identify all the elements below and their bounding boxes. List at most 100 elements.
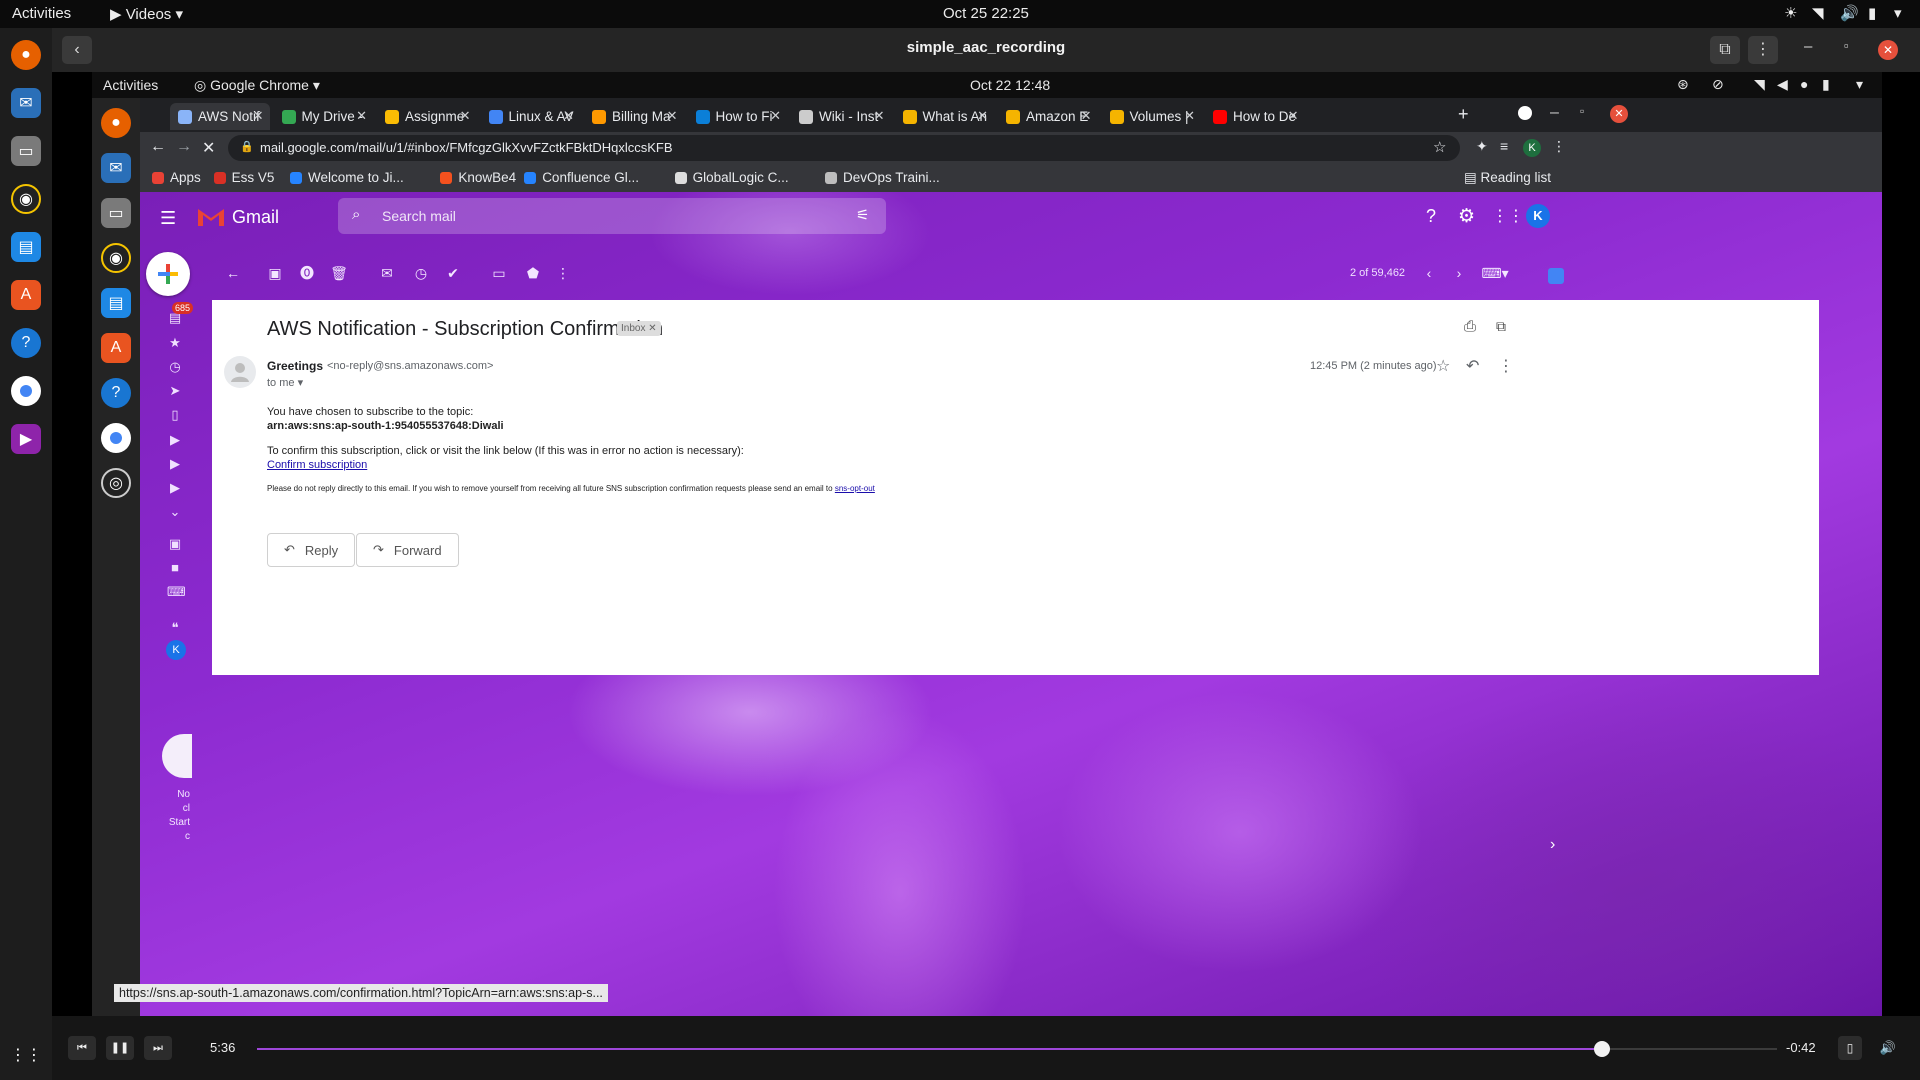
inner-tray-icon-a[interactable]: ⊛ — [1677, 76, 1689, 93]
inner-chrome-icon[interactable] — [101, 423, 131, 453]
tab-close-icon[interactable]: ✕ — [253, 108, 264, 124]
snoozed-clock-icon[interactable]: ◷ — [167, 359, 183, 375]
more-chevron-icon[interactable]: ⌄ — [167, 504, 183, 520]
browser-tab[interactable]: AWS Notif ✕ — [170, 103, 270, 130]
tab-close-icon[interactable]: ✕ — [667, 108, 678, 124]
reply-icon[interactable]: ↶ — [1466, 356, 1479, 376]
tab-close-icon[interactable]: ✕ — [1288, 108, 1299, 124]
sent-icon[interactable]: ➤ — [167, 383, 183, 399]
software-center-icon[interactable]: A — [11, 280, 41, 310]
system-menu-chevron-icon[interactable]: ▾ — [1894, 4, 1902, 22]
reading-list[interactable]: ▤ Reading list — [1464, 170, 1551, 186]
search-box[interactable]: ⌕ Search mail ⚟ — [338, 198, 886, 234]
label-icon-3[interactable]: ▶ — [167, 480, 183, 496]
show-side-panel-icon[interactable]: › — [1550, 836, 1555, 854]
delete-icon[interactable]: 🗑 — [330, 264, 348, 282]
omnibox[interactable]: 🔒 mail.google.com/mail/u/1/#inbox/FMfcgz… — [228, 135, 1460, 161]
inner-mic-icon[interactable]: ● — [1800, 76, 1808, 92]
bookmark-item[interactable]: GlobalLogic C... — [674, 170, 789, 185]
older-chevron-icon[interactable]: › — [1450, 264, 1468, 282]
volume-icon[interactable]: 🔊 — [1840, 4, 1859, 22]
add-task-icon[interactable]: ✔ — [444, 264, 462, 282]
bookmark-item[interactable]: Welcome to Ji... — [290, 170, 404, 185]
firefox-icon[interactable]: ● — [11, 40, 41, 70]
browser-tab[interactable]: How to Fi ✕ — [688, 103, 788, 130]
labels-icon[interactable]: ⬟ — [524, 264, 542, 282]
chrome-close-icon[interactable]: ✕ — [1610, 105, 1628, 123]
inner-files-icon[interactable]: ▭ — [101, 198, 131, 228]
opt-out-link[interactable]: sns-opt-out — [835, 484, 875, 493]
clock[interactable]: Oct 25 22:25 — [943, 5, 1029, 22]
compose-button[interactable] — [146, 252, 190, 296]
side-avatar[interactable]: K — [166, 640, 186, 660]
inner-thunderbird-icon[interactable]: ✉ — [101, 153, 131, 183]
more-options-icon[interactable]: ⋮ — [554, 264, 572, 282]
menu-dots-icon[interactable]: ⋮ — [1748, 36, 1778, 64]
minimize-icon[interactable]: – — [1804, 38, 1812, 55]
activities-button[interactable]: Activities — [12, 5, 71, 22]
print-icon[interactable]: ⎙ — [1464, 318, 1476, 335]
inner-tray-icon-b[interactable]: ⊘ — [1712, 76, 1724, 93]
tab-close-icon[interactable]: ✕ — [874, 108, 885, 124]
media-control-icon[interactable]: ≡ — [1500, 138, 1508, 154]
browser-tab[interactable]: Amazon E ✕ — [998, 103, 1098, 130]
chrome-icon[interactable] — [11, 376, 41, 406]
seek-handle[interactable] — [1594, 1041, 1611, 1057]
reply-button[interactable]: ↶ Reply — [267, 533, 356, 567]
label-icon-1[interactable]: ▶ — [167, 432, 183, 448]
tab-close-icon[interactable]: ✕ — [1184, 108, 1195, 124]
settings-gear-icon[interactable]: ⚙ — [1458, 205, 1475, 228]
open-new-window-icon[interactable]: ⧉ — [1496, 318, 1506, 335]
keyboard-icon[interactable]: ⌨ — [167, 584, 186, 600]
brightness-icon[interactable]: ☀ — [1784, 4, 1797, 22]
starred-icon[interactable]: ★ — [167, 335, 183, 351]
inner-system-menu-icon[interactable]: ▾ — [1856, 76, 1863, 93]
browser-tab[interactable]: Linux & AV ✕ — [481, 103, 581, 130]
tab-close-icon[interactable]: ✕ — [977, 108, 988, 124]
bookmark-star-icon[interactable]: ☆ — [1433, 138, 1446, 156]
move-to-icon[interactable]: ▭ — [490, 264, 508, 282]
tab-close-icon[interactable]: ✕ — [356, 108, 367, 124]
inner-help-icon[interactable]: ? — [101, 378, 131, 408]
recipient-summary[interactable]: to me ▾ — [267, 376, 303, 389]
battery-icon[interactable]: ▮ — [1868, 4, 1876, 22]
calendar-icon[interactable] — [1548, 268, 1564, 284]
tab-close-icon[interactable]: ✕ — [563, 108, 574, 124]
tab-close-icon[interactable]: ✕ — [770, 108, 781, 124]
newer-chevron-icon[interactable]: ‹ — [1420, 264, 1438, 282]
drafts-icon[interactable]: ▯ — [167, 407, 183, 423]
inner-firefox-icon[interactable]: ● — [101, 108, 131, 138]
label-icon-2[interactable]: ▶ — [167, 456, 183, 472]
back-to-inbox-icon[interactable]: ← — [224, 264, 242, 282]
help-circle-icon[interactable]: ? — [1426, 206, 1436, 227]
inner-obs-icon[interactable]: ◎ — [101, 468, 131, 498]
main-menu-icon[interactable]: ☰ — [160, 208, 176, 229]
bookmark-item[interactable]: Apps — [152, 170, 201, 185]
close-icon[interactable]: ✕ — [1878, 40, 1898, 60]
inner-writer-icon[interactable]: ▤ — [101, 288, 131, 318]
inner-rhythmbox-icon[interactable]: ◉ — [101, 243, 131, 273]
show-apps-icon[interactable]: ⋮⋮ — [10, 1040, 42, 1070]
profile-avatar-icon[interactable]: K — [1523, 139, 1541, 157]
browser-tab[interactable]: How to De ✕ — [1205, 103, 1305, 130]
writer-icon[interactable]: ▤ — [11, 232, 41, 262]
bookmark-item[interactable]: KnowBe4 — [440, 170, 516, 185]
input-tools-icon[interactable]: ⌨▾ — [1480, 264, 1510, 282]
forward-button[interactable]: ↷ Forward — [356, 533, 459, 567]
pip-icon[interactable]: ⧉ — [1710, 36, 1740, 64]
skip-forward-icon[interactable]: ⏭ — [144, 1036, 172, 1060]
browser-tab[interactable]: Assignme ✕ — [377, 103, 477, 130]
inner-software-icon[interactable]: A — [101, 333, 131, 363]
tab-search-icon[interactable] — [1518, 106, 1532, 120]
inner-volume-icon[interactable]: ◀ — [1777, 76, 1788, 93]
inner-wifi-icon[interactable]: ◥ — [1754, 76, 1765, 93]
files-icon[interactable]: ▭ — [11, 136, 41, 166]
extensions-icon[interactable]: ✦ — [1476, 138, 1488, 155]
chrome-maximize-icon[interactable]: ▫ — [1580, 104, 1584, 118]
tab-close-icon[interactable]: ✕ — [1081, 108, 1092, 124]
videos-icon[interactable]: ▶ — [11, 424, 41, 454]
browser-tab[interactable]: Volumes | ✕ — [1102, 103, 1202, 130]
stop-loading-icon[interactable]: ✕ — [202, 138, 215, 158]
seek-bar[interactable] — [257, 1041, 1777, 1057]
hangouts-icon[interactable]: ❝ — [167, 620, 183, 636]
